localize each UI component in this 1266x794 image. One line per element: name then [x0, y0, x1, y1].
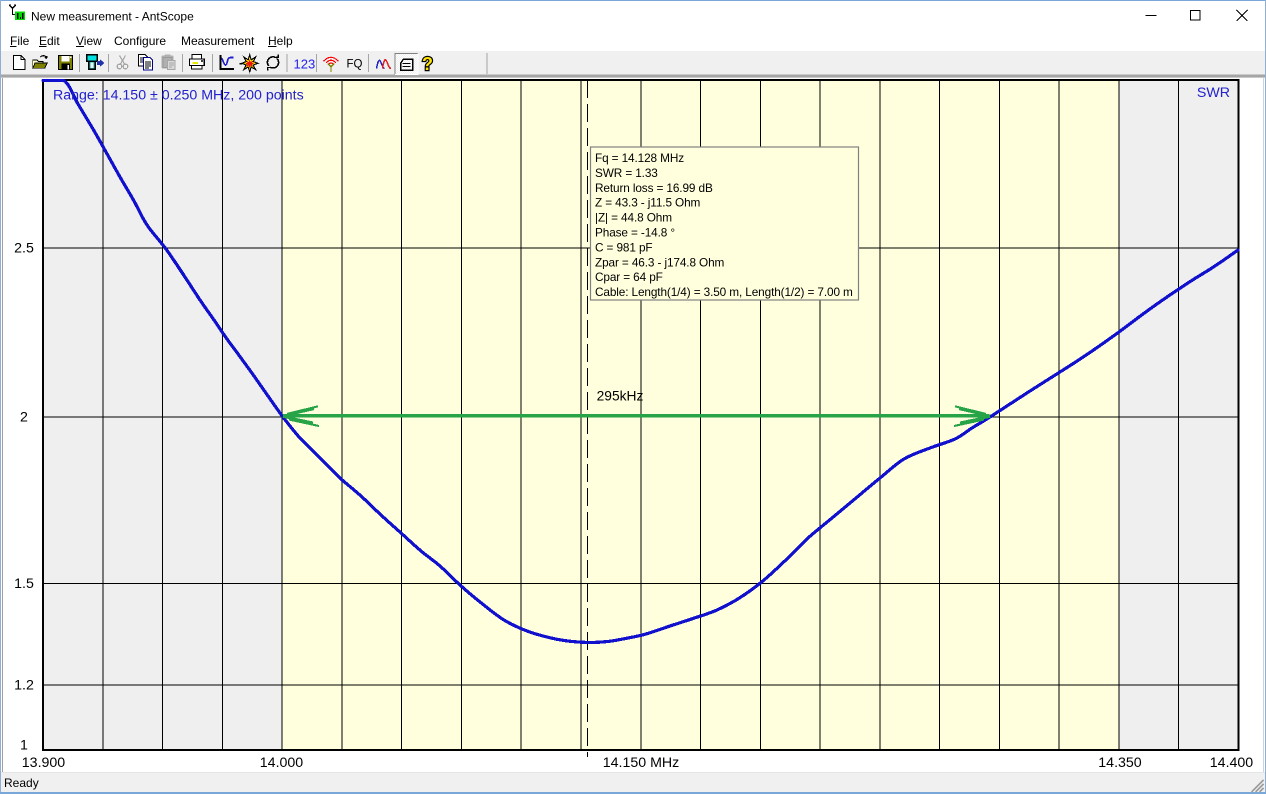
svg-text:Help: Help	[268, 34, 293, 48]
svg-text:295kHz: 295kHz	[597, 389, 644, 404]
svg-text:Return loss = 16.99 dB: Return loss = 16.99 dB	[595, 181, 713, 195]
svg-text:Z = 43.3 - j11.5 Ohm: Z = 43.3 - j11.5 Ohm	[595, 196, 701, 210]
svg-text:New measurement - AntScope: New measurement - AntScope	[31, 10, 194, 24]
svg-text:14.350: 14.350	[1098, 755, 1142, 771]
svg-text:14.400: 14.400	[1210, 755, 1254, 771]
svg-text:Cable: Length(1/4) = 3.50 m, L: Cable: Length(1/4) = 3.50 m, Length(1/2)…	[595, 285, 853, 299]
svg-text:Ready: Ready	[4, 776, 39, 790]
svg-text:2.5: 2.5	[14, 241, 34, 257]
svg-text:Phase = -14.8 °: Phase = -14.8 °	[595, 226, 675, 240]
svg-text:14.000: 14.000	[260, 755, 304, 771]
svg-text:File: File	[10, 34, 30, 48]
svg-text:View: View	[76, 34, 102, 48]
svg-text:?: ?	[422, 54, 433, 74]
svg-text:Cpar = 64 pF: Cpar = 64 pF	[595, 270, 663, 284]
svg-text:SWR: SWR	[1197, 85, 1230, 101]
svg-text:C = 981 pF: C = 981 pF	[595, 240, 653, 254]
svg-text:Edit: Edit	[39, 34, 60, 48]
svg-text:13.900: 13.900	[22, 755, 66, 771]
svg-text:|Z| = 44.8 Ohm: |Z| = 44.8 Ohm	[595, 211, 672, 225]
svg-text:14.150 MHz: 14.150 MHz	[603, 755, 680, 771]
svg-text:Range: 14.150 ± 0.250 MHz, 200: Range: 14.150 ± 0.250 MHz, 200 points	[53, 88, 304, 104]
svg-text:2: 2	[20, 410, 28, 426]
svg-text:Configure: Configure	[114, 34, 166, 48]
svg-text:1: 1	[20, 738, 28, 754]
svg-text:FQ: FQ	[347, 59, 363, 71]
svg-text:1.5: 1.5	[14, 576, 34, 592]
svg-text:123: 123	[294, 57, 316, 72]
svg-text:SWR = 1.33: SWR = 1.33	[595, 166, 658, 180]
svg-text:1.2: 1.2	[14, 678, 34, 694]
svg-text:Zpar = 46.3 - j174.8 Ohm: Zpar = 46.3 - j174.8 Ohm	[595, 255, 725, 269]
svg-text:Measurement: Measurement	[181, 34, 255, 48]
svg-text:Fq = 14.128 MHz: Fq = 14.128 MHz	[595, 151, 684, 165]
